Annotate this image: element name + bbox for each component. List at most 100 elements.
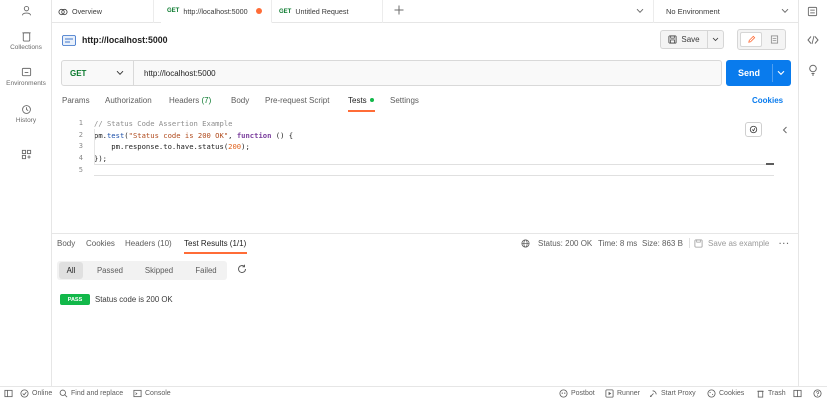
request-tab-pre-request-script[interactable]: Pre-request Script xyxy=(265,96,329,110)
sidebar-item-environments[interactable]: Environments xyxy=(0,67,52,87)
request-tab-body[interactable]: Body xyxy=(231,96,249,110)
refresh-icon[interactable] xyxy=(237,264,247,274)
tab-localhost[interactable]: GET http://localhost:5000 xyxy=(161,0,272,23)
sidebar-item-history[interactable]: History xyxy=(0,104,52,124)
pencil-icon xyxy=(747,35,755,43)
status-label: Trash xyxy=(768,390,786,397)
environment-quick-look-icon[interactable] xyxy=(807,6,818,17)
snippet-icon xyxy=(749,125,758,134)
filter-failed[interactable]: Failed xyxy=(187,262,225,279)
url-input[interactable]: http://localhost:5000 xyxy=(144,61,216,85)
environment-select[interactable]: No Environment xyxy=(653,0,798,23)
help-icon[interactable] xyxy=(813,387,825,400)
request-title[interactable]: http://localhost:5000 xyxy=(82,35,168,45)
code-token: test xyxy=(106,131,125,140)
pane-divider[interactable] xyxy=(52,233,798,234)
code-token: 200 xyxy=(228,142,242,151)
filter-all[interactable]: All xyxy=(59,262,83,279)
sidebar-item-collections[interactable]: Collections xyxy=(0,31,52,51)
new-tab-plus-icon[interactable] xyxy=(394,5,404,15)
headers-count: (7) xyxy=(201,96,212,105)
more-options-icon[interactable]: ··· xyxy=(779,239,790,248)
send-button[interactable]: Send xyxy=(726,60,791,86)
console[interactable]: Console xyxy=(133,387,171,400)
sidebar-item-configure[interactable] xyxy=(0,149,52,162)
chevron-down-icon xyxy=(116,70,124,76)
status-label: Console xyxy=(145,390,171,397)
tab-label: http://localhost:5000 xyxy=(183,6,248,16)
response-tab-cookies[interactable]: Cookies xyxy=(86,239,115,248)
request-tab-settings[interactable]: Settings xyxy=(390,96,419,110)
line-number: 5 xyxy=(78,166,83,174)
cookies-link[interactable]: Cookies xyxy=(752,96,783,110)
save-icon xyxy=(668,35,677,44)
tab-untitled-request[interactable]: GET Untitled Request xyxy=(273,0,383,23)
history-icon xyxy=(21,105,31,114)
tab-label: Overview xyxy=(72,7,102,16)
cookies[interactable]: Cookies xyxy=(707,387,744,400)
save-options-button[interactable] xyxy=(707,30,724,49)
code-snippet-icon[interactable] xyxy=(807,35,819,45)
request-tab-label: Tests xyxy=(348,96,367,105)
tab-method: GET xyxy=(279,8,292,15)
save-example-icon xyxy=(694,239,703,248)
status-label: Postbot xyxy=(571,390,595,397)
test-result-name: Status code is 200 OK xyxy=(95,295,173,304)
start-proxy[interactable]: Start Proxy xyxy=(649,387,696,400)
online-status[interactable]: Online xyxy=(20,387,52,400)
status-label: Cookies xyxy=(719,390,745,397)
trash[interactable]: Trash xyxy=(756,387,786,400)
sidebar-item-account[interactable] xyxy=(0,5,52,18)
sidebar-item-label: Environments xyxy=(6,80,46,87)
snippets-button[interactable] xyxy=(745,122,762,137)
tab-method: GET xyxy=(167,8,180,14)
document-icon xyxy=(770,35,778,44)
sidebar-item-label: History xyxy=(15,117,37,124)
request-title-bar: http://localhost:5000 xyxy=(62,30,168,50)
toggle-sidebar-icon[interactable] xyxy=(4,387,16,400)
network-globe-icon[interactable] xyxy=(521,239,530,248)
postbot[interactable]: Postbot xyxy=(559,387,595,400)
collapse-panel-chevron-icon[interactable] xyxy=(782,126,788,134)
unsaved-dot-icon[interactable] xyxy=(255,8,262,14)
view-mode-toggle xyxy=(737,29,786,50)
code-token: function xyxy=(236,131,272,140)
tabs-overflow-chevron-icon[interactable] xyxy=(636,8,644,14)
satellite-icon xyxy=(649,390,657,398)
response-status[interactable]: Status: 200 OK xyxy=(538,239,592,248)
save-label: Save xyxy=(681,35,700,44)
send-options-chevron-icon[interactable] xyxy=(777,70,785,76)
docs-mode-button[interactable] xyxy=(764,32,784,47)
play-icon xyxy=(605,389,614,398)
response-tab-body[interactable]: Body xyxy=(57,239,75,248)
pass-badge: PASS xyxy=(60,294,90,305)
chevron-down-icon xyxy=(781,8,789,14)
http-request-icon xyxy=(62,34,76,46)
response-time[interactable]: Time: 8 ms xyxy=(598,239,637,248)
method-value: GET xyxy=(70,68,87,78)
response-tab-headers[interactable]: Headers (10) xyxy=(125,239,172,248)
filter-passed[interactable]: Passed xyxy=(89,262,131,279)
runner[interactable]: Runner xyxy=(605,387,640,400)
response-tab-test-results[interactable]: Test Results (1/1) xyxy=(184,239,246,248)
response-size[interactable]: Size: 863 B xyxy=(642,239,683,248)
save-button[interactable]: Save xyxy=(660,30,707,49)
sidebar-item-label: Collections xyxy=(10,44,42,51)
edit-mode-button[interactable] xyxy=(740,32,762,47)
scrollbar-thumb[interactable] xyxy=(766,163,774,165)
find-and-replace[interactable]: Find and replace xyxy=(59,387,123,400)
request-tab-headers[interactable]: Headers (7) xyxy=(169,96,211,110)
request-tab-tests[interactable]: Tests xyxy=(348,96,374,110)
save-as-example-button[interactable]: Save as example xyxy=(708,239,769,248)
method-select[interactable]: GET xyxy=(62,61,134,85)
request-tab-params[interactable]: Params xyxy=(62,96,90,110)
tab-overview[interactable]: Overview xyxy=(52,0,154,23)
divider xyxy=(689,238,690,248)
request-tab-authorization[interactable]: Authorization xyxy=(105,96,152,110)
code-line-2: pm.test("Status code is 200 OK", functio… xyxy=(94,131,293,140)
lightbulb-icon[interactable] xyxy=(808,64,818,76)
send-divider xyxy=(772,64,773,82)
code-token: , xyxy=(228,131,237,140)
two-pane-view-icon[interactable] xyxy=(793,387,805,400)
filter-skipped[interactable]: Skipped xyxy=(137,262,181,279)
